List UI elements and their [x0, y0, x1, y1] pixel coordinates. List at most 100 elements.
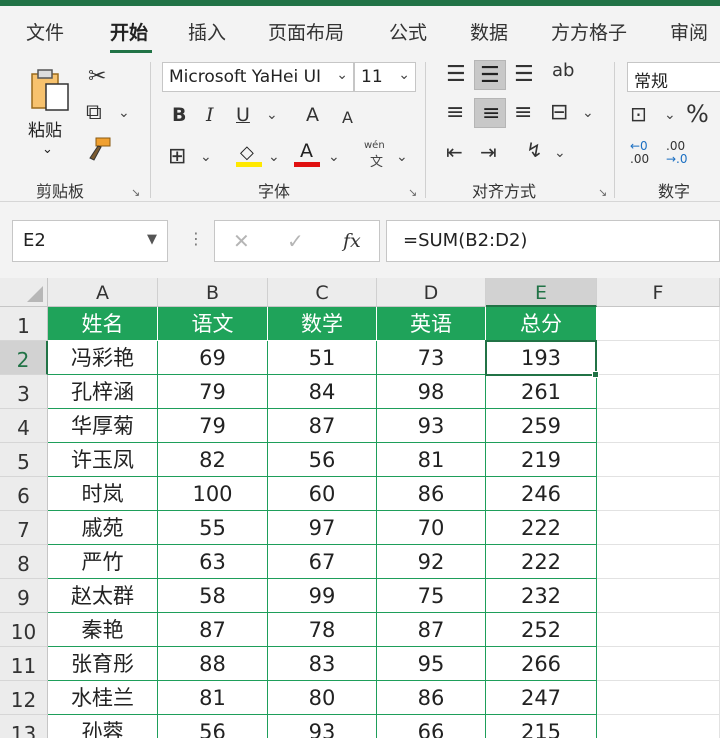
- cell-f10[interactable]: [597, 613, 720, 647]
- table-header-cell[interactable]: 数学: [268, 307, 377, 341]
- row-header-8[interactable]: 8: [0, 545, 48, 579]
- phonetic-guide-button[interactable]: wén 文: [362, 140, 392, 170]
- table-cell[interactable]: 98: [377, 375, 486, 409]
- table-cell[interactable]: 266: [486, 647, 597, 681]
- table-cell[interactable]: 232: [486, 579, 597, 613]
- decrease-decimal-button[interactable]: .00 →.0: [666, 140, 702, 170]
- column-header-a[interactable]: A: [48, 278, 158, 307]
- table-cell[interactable]: 66: [377, 715, 486, 738]
- table-cell[interactable]: 86: [377, 681, 486, 715]
- row-header-1[interactable]: 1: [0, 307, 48, 341]
- table-cell[interactable]: 冯彩艳: [48, 341, 158, 375]
- table-cell[interactable]: 219: [486, 443, 597, 477]
- table-cell[interactable]: 95: [377, 647, 486, 681]
- tab-fangfang[interactable]: 方方格子: [551, 18, 627, 45]
- table-cell[interactable]: 259: [486, 409, 597, 443]
- table-cell[interactable]: 87: [158, 613, 268, 647]
- increase-indent-icon[interactable]: ⇥: [480, 142, 497, 162]
- tab-page-layout[interactable]: 页面布局: [268, 18, 344, 45]
- font-color-dropdown-icon[interactable]: ⌄: [328, 150, 340, 164]
- tab-home[interactable]: 开始: [110, 18, 148, 45]
- cut-icon[interactable]: ✂: [88, 66, 106, 88]
- table-cell[interactable]: 70: [377, 511, 486, 545]
- clipboard-launcher-icon[interactable]: ↘: [131, 186, 140, 199]
- align-middle-button[interactable]: ☰: [474, 60, 506, 90]
- cell-f7[interactable]: [597, 511, 720, 545]
- table-cell[interactable]: 246: [486, 477, 597, 511]
- grow-font-button[interactable]: A: [306, 106, 319, 125]
- table-cell[interactable]: 82: [158, 443, 268, 477]
- table-cell[interactable]: 79: [158, 409, 268, 443]
- table-cell[interactable]: 86: [377, 477, 486, 511]
- table-cell[interactable]: 56: [268, 443, 377, 477]
- cell-f13[interactable]: [597, 715, 720, 738]
- table-header-cell[interactable]: 姓名: [48, 307, 158, 341]
- cell-f9[interactable]: [597, 579, 720, 613]
- row-header-2[interactable]: 2: [0, 341, 48, 375]
- table-cell[interactable]: 87: [268, 409, 377, 443]
- table-cell[interactable]: 张育彤: [48, 647, 158, 681]
- table-cell[interactable]: 严竹: [48, 545, 158, 579]
- table-header-cell[interactable]: 英语: [377, 307, 486, 341]
- row-header-5[interactable]: 5: [0, 443, 48, 477]
- select-all-button[interactable]: [0, 278, 48, 307]
- table-cell[interactable]: 247: [486, 681, 597, 715]
- align-bottom-icon[interactable]: ☰: [514, 64, 534, 86]
- table-cell[interactable]: 60: [268, 477, 377, 511]
- decrease-indent-icon[interactable]: ⇤: [446, 142, 463, 162]
- cell-f8[interactable]: [597, 545, 720, 579]
- table-cell[interactable]: 孔梓涵: [48, 375, 158, 409]
- cancel-icon[interactable]: ✕: [233, 229, 250, 253]
- insert-function-button[interactable]: fx: [343, 230, 361, 252]
- name-box[interactable]: E2 ▼: [12, 220, 168, 262]
- table-cell[interactable]: 51: [268, 341, 377, 375]
- table-cell[interactable]: 戚苑: [48, 511, 158, 545]
- table-cell[interactable]: 73: [377, 341, 486, 375]
- row-header-13[interactable]: 13: [0, 715, 48, 738]
- table-cell[interactable]: 81: [377, 443, 486, 477]
- table-cell[interactable]: 222: [486, 545, 597, 579]
- cell-f2[interactable]: [597, 341, 720, 375]
- table-cell[interactable]: 93: [268, 715, 377, 738]
- table-cell[interactable]: 100: [158, 477, 268, 511]
- underline-dropdown-icon[interactable]: ⌄: [266, 108, 278, 122]
- column-header-c[interactable]: C: [268, 278, 377, 307]
- table-cell[interactable]: 79: [158, 375, 268, 409]
- paste-button[interactable]: 粘贴 ⌄: [22, 66, 80, 166]
- merge-dropdown-icon[interactable]: ⌄: [582, 106, 594, 120]
- row-header-9[interactable]: 9: [0, 579, 48, 613]
- column-header-d[interactable]: D: [377, 278, 486, 307]
- table-cell[interactable]: 55: [158, 511, 268, 545]
- table-cell[interactable]: 63: [158, 545, 268, 579]
- table-cell[interactable]: 87: [377, 613, 486, 647]
- copy-icon[interactable]: ⧉: [86, 102, 102, 124]
- shrink-font-button[interactable]: A: [342, 110, 353, 126]
- table-cell[interactable]: 222: [486, 511, 597, 545]
- table-cell[interactable]: 75: [377, 579, 486, 613]
- wrap-text-icon[interactable]: ↯: [526, 140, 543, 160]
- worksheet-grid[interactable]: A B C D E F 1 姓名 语文 数学 英语 总分 2 冯彩艳 69 51 73 193 3 孔梓涵 79 84 98…: [0, 278, 720, 738]
- table-cell[interactable]: 193: [486, 341, 597, 375]
- cell-f3[interactable]: [597, 375, 720, 409]
- table-cell[interactable]: 84: [268, 375, 377, 409]
- table-cell[interactable]: 215: [486, 715, 597, 738]
- increase-decimal-button[interactable]: ←0 .00: [630, 140, 662, 170]
- formula-bar-grip-icon[interactable]: ⋮: [188, 229, 204, 248]
- table-cell[interactable]: 56: [158, 715, 268, 738]
- tab-formulas[interactable]: 公式: [389, 18, 427, 45]
- row-header-10[interactable]: 10: [0, 613, 48, 647]
- row-header-6[interactable]: 6: [0, 477, 48, 511]
- merge-center-icon[interactable]: ⊟: [550, 102, 568, 124]
- bold-button[interactable]: B: [172, 106, 186, 125]
- cell-f4[interactable]: [597, 409, 720, 443]
- cell-f6[interactable]: [597, 477, 720, 511]
- tab-file[interactable]: 文件: [26, 18, 64, 45]
- cell-f1[interactable]: [597, 307, 720, 341]
- row-header-3[interactable]: 3: [0, 375, 48, 409]
- table-cell[interactable]: 261: [486, 375, 597, 409]
- table-cell[interactable]: 69: [158, 341, 268, 375]
- format-painter-icon[interactable]: [86, 136, 112, 162]
- row-header-7[interactable]: 7: [0, 511, 48, 545]
- table-cell[interactable]: 时岚: [48, 477, 158, 511]
- fill-color-button[interactable]: ◇: [236, 140, 264, 168]
